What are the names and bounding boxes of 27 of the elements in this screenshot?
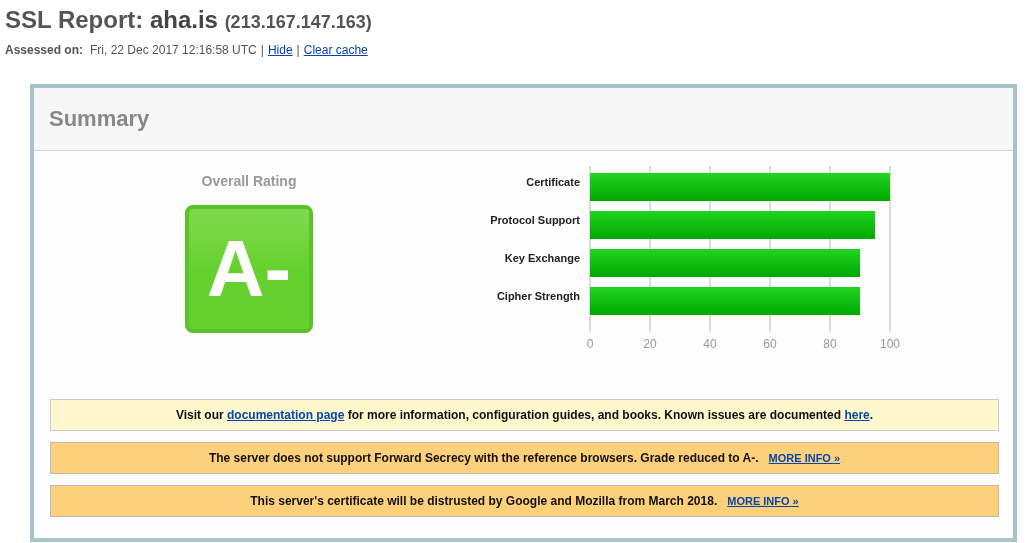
- bar-label: Key Exchange: [504, 252, 580, 264]
- axis-tick-label: 20: [643, 337, 657, 351]
- page-title: SSL Report: aha.is (213.167.147.163): [5, 5, 373, 35]
- link[interactable]: Hide: [267, 43, 293, 57]
- bar-label: Protocol Support: [490, 214, 580, 226]
- rating-label: Overall Rating: [201, 173, 297, 189]
- bar-label: Cipher Strength: [496, 290, 580, 302]
- bar-label: Certificate: [526, 176, 580, 188]
- panel-title: Summary: [49, 106, 150, 132]
- axis-tick-label: 100: [880, 337, 900, 351]
- axis-tick-label: 80: [823, 337, 837, 351]
- notice-text: This server's certificate will be distrusted by Google and Mozilla from March 2018.: [250, 494, 718, 508]
- link[interactable]: here: [844, 408, 870, 422]
- assessed-label: Assessed on:: [5, 43, 84, 57]
- separator: |: [260, 43, 264, 57]
- separator: |: [296, 43, 300, 57]
- assessed-date: Fri, 22 Dec 2017 12:16:58 UTC: [90, 43, 257, 57]
- notice-text: The server does not support Forward Secrecy with the reference browsers. Grade reduced to A-.: [208, 451, 759, 465]
- link[interactable]: Clear cache: [303, 43, 368, 57]
- axis-tick-label: 0: [586, 337, 594, 351]
- grade-badge: A-: [185, 205, 313, 333]
- more-info-link[interactable]: MORE INFO »: [727, 495, 799, 507]
- axis-tick-label: 40: [703, 337, 717, 351]
- notice-text: Visit our documentation page for more information, configuration guides, and books. Known issues are documented here.: [175, 408, 874, 422]
- more-info-link[interactable]: MORE INFO »: [768, 452, 841, 464]
- axis-tick-label: 60: [763, 337, 777, 351]
- link[interactable]: documentation page: [227, 408, 345, 422]
